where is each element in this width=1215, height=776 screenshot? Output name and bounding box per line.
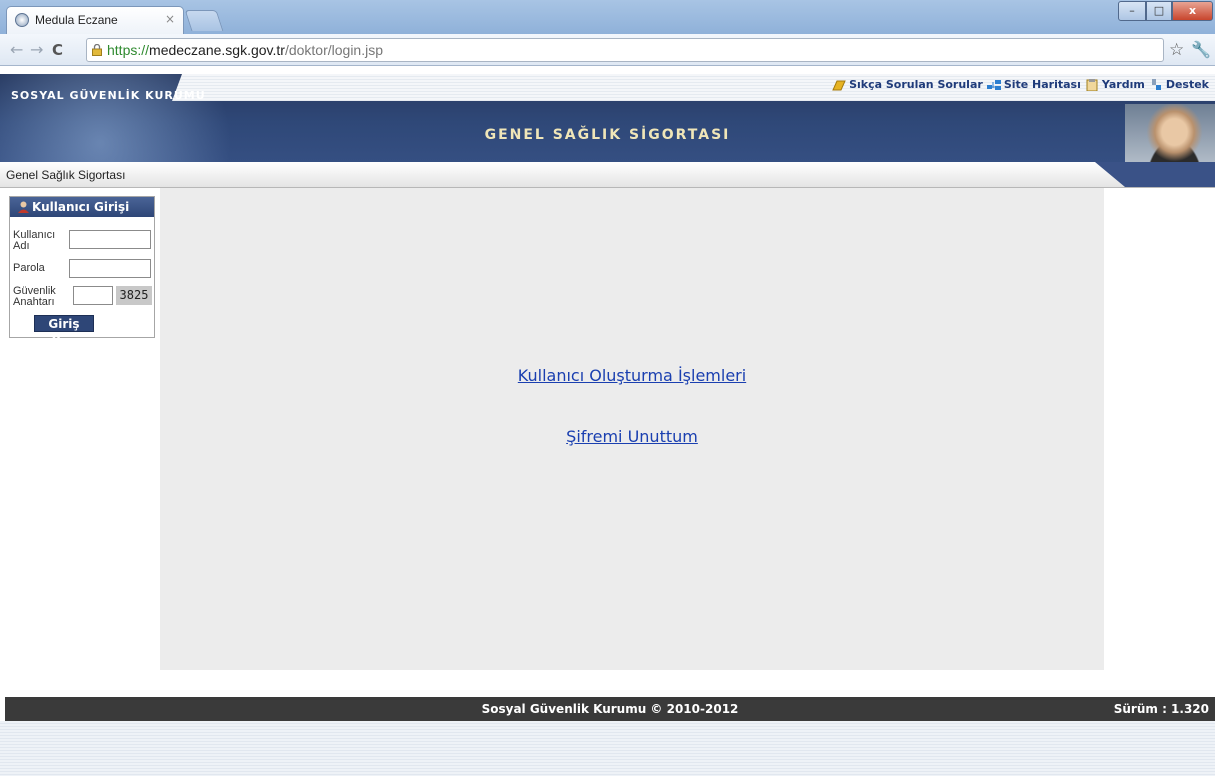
login-button[interactable]: Giriş Yap	[34, 315, 94, 348]
login-title: Kullanıcı Girişi	[32, 200, 130, 214]
lock-icon	[92, 44, 102, 56]
version-label: Sürüm : 1.320	[1113, 702, 1209, 716]
bookmark-star-icon[interactable]: ☆	[1169, 40, 1184, 60]
browser-tabstrip: Medula Eczane × – □ x	[0, 0, 1215, 34]
sitemap-icon	[986, 79, 1001, 90]
faq-icon	[832, 80, 846, 90]
help-link[interactable]: Yardım	[1085, 78, 1145, 91]
security-key-input[interactable]	[73, 286, 113, 305]
username-input[interactable]	[69, 230, 151, 249]
clipboard-icon	[1086, 78, 1098, 91]
login-panel: Kullanıcı Girişi Kullanıcı Adı Parola Güv…	[9, 196, 155, 348]
faq-link[interactable]: Sıkça Sorulan Sorular	[832, 78, 983, 91]
maximize-button[interactable]: □	[1146, 1, 1172, 21]
footer-decoration	[0, 721, 1215, 776]
reload-icon[interactable]: C	[52, 41, 63, 59]
tab-title: Medula Eczane	[35, 13, 118, 27]
support-link[interactable]: Destek	[1149, 78, 1209, 91]
password-label: Parola	[13, 262, 45, 274]
breadcrumb: Genel Sağlık Sigortası	[0, 162, 1215, 188]
security-key-label: Güvenlik Anahtarı	[13, 285, 56, 308]
org-title: SOSYAL GÜVENLİK KURUMU	[11, 89, 206, 102]
support-icon	[1151, 78, 1161, 90]
forward-arrow-icon[interactable]: →	[30, 40, 43, 59]
password-input[interactable]	[69, 259, 151, 278]
breadcrumb-text: Genel Sağlık Sigortası	[6, 168, 126, 182]
footer: Sosyal Güvenlik Kurumu © 2010-2012 Sürüm…	[5, 697, 1215, 721]
address-bar[interactable]: https://medeczane.sgk.gov.tr/doktor/logi…	[86, 38, 1164, 62]
login-panel-header: Kullanıcı Girişi	[10, 197, 154, 217]
username-label: Kullanıcı Adı	[13, 229, 56, 252]
minimize-button[interactable]: –	[1118, 1, 1146, 21]
main-content: Kullanıcı Oluşturma İşlemleri Şifremi Un…	[160, 188, 1104, 670]
footer-copyright: Sosyal Güvenlik Kurumu © 2010-2012	[481, 702, 739, 716]
browser-tab[interactable]: Medula Eczane ×	[6, 6, 184, 34]
close-window-button[interactable]: x	[1172, 1, 1213, 21]
top-links: Sıkça Sorulan Sorular Site Haritası Yard…	[832, 78, 1209, 91]
browser-toolbar: ← → C https://medeczane.sgk.gov.tr/dokto…	[0, 34, 1215, 66]
url-text: https://medeczane.sgk.gov.tr/doktor/logi…	[107, 42, 384, 58]
back-arrow-icon[interactable]: ←	[10, 40, 23, 59]
wrench-icon[interactable]: 🔧	[1191, 40, 1211, 59]
user-icon	[18, 201, 29, 213]
forgot-password-link[interactable]: Şifremi Unuttum	[160, 427, 1104, 446]
new-tab-button[interactable]	[184, 10, 224, 31]
create-user-link[interactable]: Kullanıcı Oluşturma İşlemleri	[160, 366, 1104, 385]
section-title: GENEL SAĞLIK SİGORTASI	[484, 127, 731, 143]
close-tab-icon[interactable]: ×	[165, 12, 175, 26]
captcha-code: 3825	[116, 286, 152, 305]
sitemap-link[interactable]: Site Haritası	[986, 78, 1081, 91]
globe-icon	[15, 13, 29, 27]
